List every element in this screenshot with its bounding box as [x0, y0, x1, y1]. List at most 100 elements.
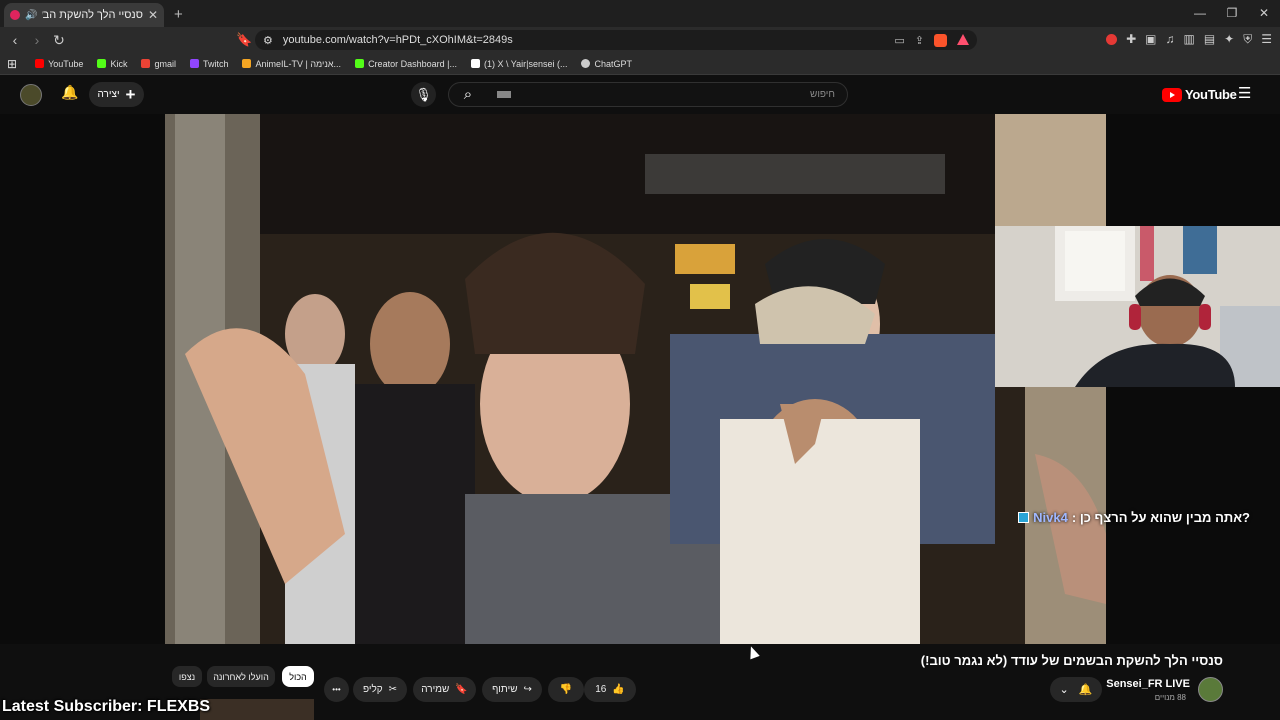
search-icon[interactable]: ⌕ — [449, 86, 487, 103]
keyboard-icon[interactable] — [497, 91, 511, 98]
youtube-favicon-icon — [10, 10, 20, 20]
webcam-frame — [995, 226, 1280, 387]
bookmark-chatgpt[interactable]: ChatGPT — [581, 59, 632, 69]
new-tab-button[interactable]: + — [174, 6, 183, 23]
bookmark-creator-dashboard[interactable]: Creator Dashboard |... — [355, 59, 457, 69]
filter-chip-recent[interactable]: הועלו לאחרונה — [207, 666, 275, 687]
site-info-icon[interactable]: ⚙ — [263, 34, 273, 47]
record-extension-icon[interactable] — [1106, 34, 1118, 45]
recommended-thumbnail[interactable] — [200, 699, 314, 720]
puzzle-icon[interactable]: ✚ — [1126, 32, 1136, 47]
tab-close-icon[interactable]: ✕ — [148, 8, 158, 22]
video-frame — [165, 114, 1106, 644]
video-stage: ?אתה מבין שהוא על הרצף כן : Nivk4 — [0, 114, 1280, 644]
music-icon[interactable]: ♫ — [1165, 32, 1174, 47]
bookmark-kick[interactable]: Kick — [97, 59, 127, 69]
guide-menu-icon[interactable]: ☰ — [1238, 84, 1251, 102]
address-bar[interactable]: ⚙ youtube.com/watch?v=hPDt_cXOhIM&t=2849… — [255, 30, 977, 50]
browser-tab-bar: 🔊 סנסיי הלך להשקת הבשמים ש ✕ + — ❐ ✕ — [0, 0, 1280, 27]
url-text[interactable]: youtube.com/watch?v=hPDt_cXOhIM&t=2849s — [283, 34, 513, 46]
forward-icon[interactable]: › — [30, 32, 44, 49]
bookmark-animeil[interactable]: AnimeIL-TV | אנימה... — [242, 59, 341, 69]
back-icon[interactable]: ‹ — [8, 32, 22, 49]
save-label: שמירה — [421, 684, 450, 695]
close-window-button[interactable]: ✕ — [1248, 0, 1280, 27]
share-label: שיתוף — [492, 684, 518, 695]
brave-rewards-icon[interactable] — [957, 33, 969, 45]
subscriber-count: 88 מנויים — [1154, 693, 1186, 702]
x-icon — [470, 59, 480, 68]
minimize-button[interactable]: — — [1184, 0, 1216, 27]
more-actions-button[interactable]: ••• — [324, 677, 349, 702]
channel-avatar[interactable] — [1198, 677, 1223, 702]
bookmarks-bar: ⊞ YouTube Kick gmail Twitch AnimeIL-TV |… — [0, 53, 1280, 75]
create-label: יצירה — [97, 89, 120, 100]
bookmark-twitch[interactable]: Twitch — [189, 59, 228, 69]
bookmark-icon: 🔖 — [455, 684, 468, 695]
cast-icon[interactable]: ▭ — [894, 34, 904, 47]
window-controls: — ❐ ✕ — [1184, 0, 1280, 27]
channel-name[interactable]: Sensei_FR LIVE — [1106, 678, 1190, 690]
bookmark-youtube[interactable]: YouTube — [35, 59, 83, 69]
chat-message-text: ?אתה מבין שהוא על הרצף כן : — [1071, 510, 1250, 525]
chat-overlay-message: ?אתה מבין שהוא על הרצף כן : Nivk4 — [1018, 510, 1250, 525]
chatgpt-icon — [581, 59, 591, 68]
video-player[interactable] — [165, 114, 1106, 644]
chat-badge-icon — [1018, 512, 1030, 523]
wallet-icon[interactable]: ▤ — [1204, 32, 1215, 47]
bookmark-x[interactable]: (1) X \ Yair|sensei (... — [470, 59, 567, 69]
save-button[interactable]: שמירה 🔖 — [413, 677, 476, 702]
tab-title: סנסיי הלך להשקת הבשמים ש — [42, 9, 143, 21]
browser-menu-icon[interactable]: ☰ — [1261, 32, 1272, 47]
filter-chip-watched[interactable]: נצפו — [172, 666, 202, 687]
share-button[interactable]: שיתוף ↪ — [482, 677, 542, 702]
voice-search-mic-icon[interactable]: 🎙 — [411, 82, 436, 107]
screenshot-icon[interactable]: ▣ — [1145, 32, 1156, 47]
reload-icon[interactable]: ↻ — [52, 32, 66, 49]
kick-icon — [97, 59, 107, 68]
thumbs-down-icon: 👎 — [559, 684, 573, 695]
notifications-bell-icon[interactable]: 🔔 — [61, 84, 78, 101]
account-avatar[interactable] — [20, 84, 42, 106]
youtube-icon — [35, 59, 45, 68]
bookmark-gmail[interactable]: gmail — [141, 59, 176, 69]
thumbs-up-icon: 👍 — [612, 684, 625, 695]
browser-toolbar: ‹ › ↻ 🔖 ⚙ youtube.com/watch?v=hPDt_cXOhI… — [0, 27, 1280, 53]
youtube-logo[interactable]: YouTube — [1162, 87, 1237, 102]
bell-icon: 🔔 — [1078, 684, 1093, 696]
bookmark-page-icon[interactable]: 🔖 — [236, 32, 252, 48]
youtube-header: 🔔 יצירה + 🎙 ⌕ חיפוש YouTube ☰ — [0, 75, 1280, 114]
sidebar-icon[interactable]: ▥ — [1183, 32, 1194, 47]
clip-button[interactable]: קליפ ✂ — [353, 677, 407, 702]
animeil-icon — [242, 59, 252, 68]
search-box[interactable]: ⌕ חיפוש — [448, 82, 848, 107]
plus-icon: + — [125, 84, 136, 104]
more-icon: ••• — [332, 685, 341, 694]
dislike-button[interactable]: 👎 — [548, 677, 584, 702]
leo-ai-icon[interactable]: ✦ — [1224, 32, 1234, 47]
subscription-notifications-button[interactable]: ⌄ 🔔 — [1050, 677, 1102, 702]
browser-tab-active[interactable]: 🔊 סנסיי הלך להשקת הבשמים ש ✕ — [4, 3, 164, 27]
vpn-shield-icon[interactable]: ⛨ — [1243, 32, 1252, 47]
twitch-icon — [189, 59, 199, 68]
search-placeholder: חיפוש — [810, 89, 835, 100]
filter-chip-all[interactable]: הכול — [282, 666, 314, 687]
share-arrow-icon: ↪ — [523, 684, 532, 695]
like-button[interactable]: 16 👍 — [584, 677, 636, 702]
create-button[interactable]: יצירה + — [89, 82, 144, 107]
chat-username: Nivk4 — [1033, 510, 1068, 525]
scissors-icon: ✂ — [388, 684, 398, 695]
extensions-area: ✚ ▣ ♫ ▥ ▤ ✦ ⛨ ☰ — [1106, 32, 1272, 47]
maximize-button[interactable]: ❐ — [1216, 0, 1248, 27]
youtube-play-icon — [1162, 87, 1182, 102]
chevron-down-icon: ⌄ — [1059, 684, 1069, 696]
speaker-icon[interactable]: 🔊 — [25, 10, 37, 21]
gmail-icon — [141, 59, 151, 68]
share-page-icon[interactable]: ⇪ — [915, 34, 924, 47]
like-count: 16 — [595, 684, 607, 695]
logo-text: YouTube — [1185, 87, 1237, 102]
brave-shields-icon[interactable] — [934, 33, 947, 47]
apps-grid-icon[interactable]: ⊞ — [7, 57, 17, 71]
video-title: סנסיי הלך להשקת הבשמים של עודד (לא נגמר … — [920, 653, 1223, 668]
kick-icon — [355, 59, 365, 68]
